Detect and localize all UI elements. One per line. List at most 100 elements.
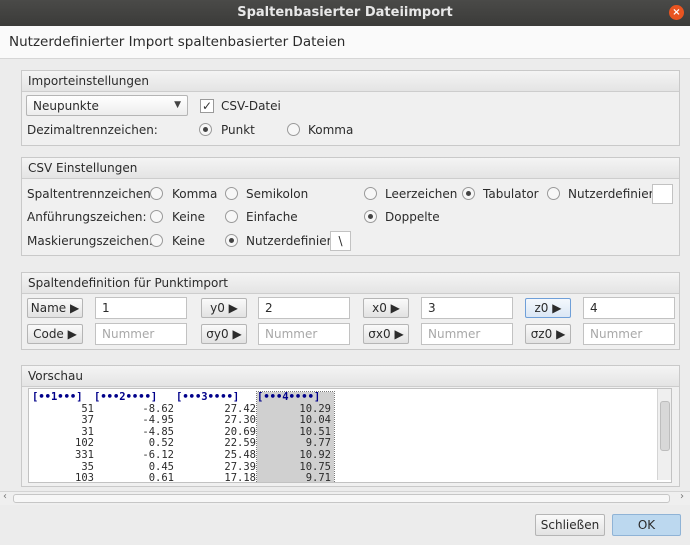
quote-doppelte-label: Doppelte	[385, 210, 440, 224]
import-settings-title: Importeinstellungen	[22, 71, 679, 92]
escape-radio-keine[interactable]	[150, 234, 163, 247]
column-definition-title: Spaltendefinition für Punktimport	[22, 273, 679, 294]
sigma-x0-column-button-label: σx0	[368, 327, 391, 341]
close-icon[interactable]: ×	[669, 5, 684, 20]
column-separator-label: Spaltentrennzeichen:	[27, 187, 155, 201]
code-column-button[interactable]: Code ▶	[27, 324, 83, 344]
quote-radio-einfache[interactable]	[225, 210, 238, 223]
window-titlebar: Spaltenbasierter Dateiimport ×	[0, 0, 690, 26]
x0-column-field[interactable]: 3	[421, 297, 513, 319]
import-settings-panel: Importeinstellungen Neupunkte ▼ ✓ CSV-Da…	[21, 70, 680, 146]
escape-custom-field[interactable]: \	[330, 231, 351, 251]
csv-settings-title: CSV Einstellungen	[22, 158, 679, 179]
preview-column-3: [•••3••••] 27.42 27.30 20.69 22.59 25.48 27.39…	[176, 391, 256, 483]
colsep-leerzeichen-label: Leerzeichen	[385, 187, 458, 201]
arrow-right-icon: ▶	[232, 327, 242, 341]
quote-radio-doppelte[interactable]	[364, 210, 377, 223]
y0-column-field[interactable]: 2	[258, 297, 350, 319]
preview-column-1: [••1•••] 51 37 31 102 331 35 103	[32, 391, 94, 483]
preview-cell: -6.12	[142, 448, 174, 461]
preview-column-4: [•••4••••] 10.29 10.04 10.51 9.77 10.92 10.75 9…	[256, 391, 335, 483]
colsep-radio-custom[interactable]	[547, 187, 560, 200]
dialog-heading: Nutzerdefinierter Import spaltenbasierte…	[9, 34, 346, 50]
chevron-down-icon: ▼	[174, 100, 181, 110]
colsep-komma-label: Komma	[172, 187, 218, 201]
preview-area[interactable]: [••1•••] 51 37 31 102 331 35 103 [•••2••••] -8.62…	[28, 388, 672, 483]
sigma-y0-column-button[interactable]: σy0 ▶	[201, 324, 247, 344]
chevron-left-icon[interactable]: ‹	[3, 491, 7, 502]
x0-column-button-label: x0	[372, 301, 387, 315]
code-column-field[interactable]: Nummer	[95, 323, 187, 345]
preview-column-2: [•••2••••] -8.62 -4.95 -4.85 0.52 -6.12 0.45 0.…	[94, 391, 174, 483]
colsep-radio-semikolon[interactable]	[225, 187, 238, 200]
z0-column-button[interactable]: z0 ▶	[525, 298, 571, 318]
ok-button[interactable]: OK	[612, 514, 681, 536]
preview-cell: 0.61	[148, 472, 174, 483]
preview-cell: 9.71	[305, 472, 331, 483]
preview-column-header[interactable]: [•••2••••]	[94, 391, 174, 404]
csv-checkbox-label: CSV-Datei	[221, 99, 281, 113]
sigma-z0-column-button[interactable]: σz0 ▶	[525, 324, 571, 344]
scrollbar-thumb[interactable]	[660, 401, 670, 451]
colsep-custom-label: Nutzerdefiniert	[568, 187, 659, 201]
arrow-right-icon: ▶	[552, 301, 562, 315]
chevron-right-icon[interactable]: ›	[680, 491, 684, 502]
escape-custom-label: Nutzerdefiniert	[246, 234, 337, 248]
column-definition-panel: Spaltendefinition für Punktimport Name ▶…	[21, 272, 680, 350]
sigma-y0-column-button-label: σy0	[206, 327, 229, 341]
sigma-z0-column-button-label: σz0	[530, 327, 553, 341]
colsep-semikolon-label: Semikolon	[246, 187, 309, 201]
horizontal-scrollbar[interactable]: ‹ ›	[0, 491, 690, 506]
y0-column-button-label: y0	[210, 301, 225, 315]
sigma-z0-column-field[interactable]: Nummer	[583, 323, 675, 345]
arrow-right-icon: ▶	[67, 327, 77, 341]
quote-char-label: Anführungszeichen:	[27, 210, 147, 224]
name-column-field[interactable]: 1	[95, 297, 187, 319]
preview-vertical-scrollbar[interactable]	[657, 389, 671, 480]
escape-char-label: Maskierungszeichen:	[27, 234, 153, 248]
arrow-right-icon: ▶	[556, 327, 566, 341]
close-button[interactable]: Schließen	[535, 514, 605, 536]
y0-column-button[interactable]: y0 ▶	[201, 298, 247, 318]
quote-einfache-label: Einfache	[246, 210, 298, 224]
csv-checkbox[interactable]: ✓	[200, 99, 214, 113]
escape-keine-label: Keine	[172, 234, 205, 248]
sigma-x0-column-button[interactable]: σx0 ▶	[363, 324, 409, 344]
colsep-radio-tabulator[interactable]	[462, 187, 475, 200]
preview-cell: 25.48	[224, 448, 256, 461]
preview-column-header[interactable]: [••1•••]	[32, 391, 94, 404]
colsep-radio-leerzeichen[interactable]	[364, 187, 377, 200]
dialog-header: Nutzerdefinierter Import spaltenbasierte…	[0, 26, 690, 59]
quote-radio-keine[interactable]	[150, 210, 163, 223]
decimal-radio-komma[interactable]	[287, 123, 300, 136]
decimal-option-komma-label: Komma	[308, 123, 354, 137]
scrollbar-thumb[interactable]	[13, 494, 670, 503]
colsep-radio-komma[interactable]	[150, 187, 163, 200]
sigma-y0-column-field[interactable]: Nummer	[258, 323, 350, 345]
arrow-right-icon: ▶	[228, 301, 238, 315]
preview-panel: Vorschau [••1•••] 51 37 31 102 331 35 103 [•••2•…	[21, 365, 680, 487]
z0-column-field[interactable]: 4	[583, 297, 675, 319]
escape-radio-custom[interactable]	[225, 234, 238, 247]
point-type-dropdown[interactable]: Neupunkte ▼	[26, 95, 188, 116]
colsep-custom-field[interactable]	[652, 184, 673, 204]
preview-cell: 103	[75, 472, 94, 483]
preview-column-header[interactable]: [•••3••••]	[176, 391, 256, 404]
sigma-x0-column-field[interactable]: Nummer	[421, 323, 513, 345]
decimal-radio-punkt[interactable]	[199, 123, 212, 136]
dialog-footer: Schließen OK	[0, 505, 690, 545]
point-type-value: Neupunkte	[33, 99, 99, 113]
quote-keine-label: Keine	[172, 210, 205, 224]
x0-column-button[interactable]: x0 ▶	[363, 298, 409, 318]
arrow-right-icon: ▶	[394, 327, 404, 341]
preview-cell: 17.18	[224, 472, 256, 483]
preview-column-header[interactable]: [•••4••••]	[257, 391, 331, 404]
decimal-option-punkt-label: Punkt	[221, 123, 255, 137]
name-column-button[interactable]: Name ▶	[27, 298, 83, 318]
preview-cell: 10.92	[299, 448, 331, 461]
window-title: Spaltenbasierter Dateiimport	[237, 5, 453, 20]
preview-title: Vorschau	[22, 366, 679, 387]
name-column-button-label: Name	[30, 301, 67, 315]
decimal-separator-label: Dezimaltrennzeichen:	[27, 123, 158, 137]
colsep-tabulator-label: Tabulator	[483, 187, 539, 201]
